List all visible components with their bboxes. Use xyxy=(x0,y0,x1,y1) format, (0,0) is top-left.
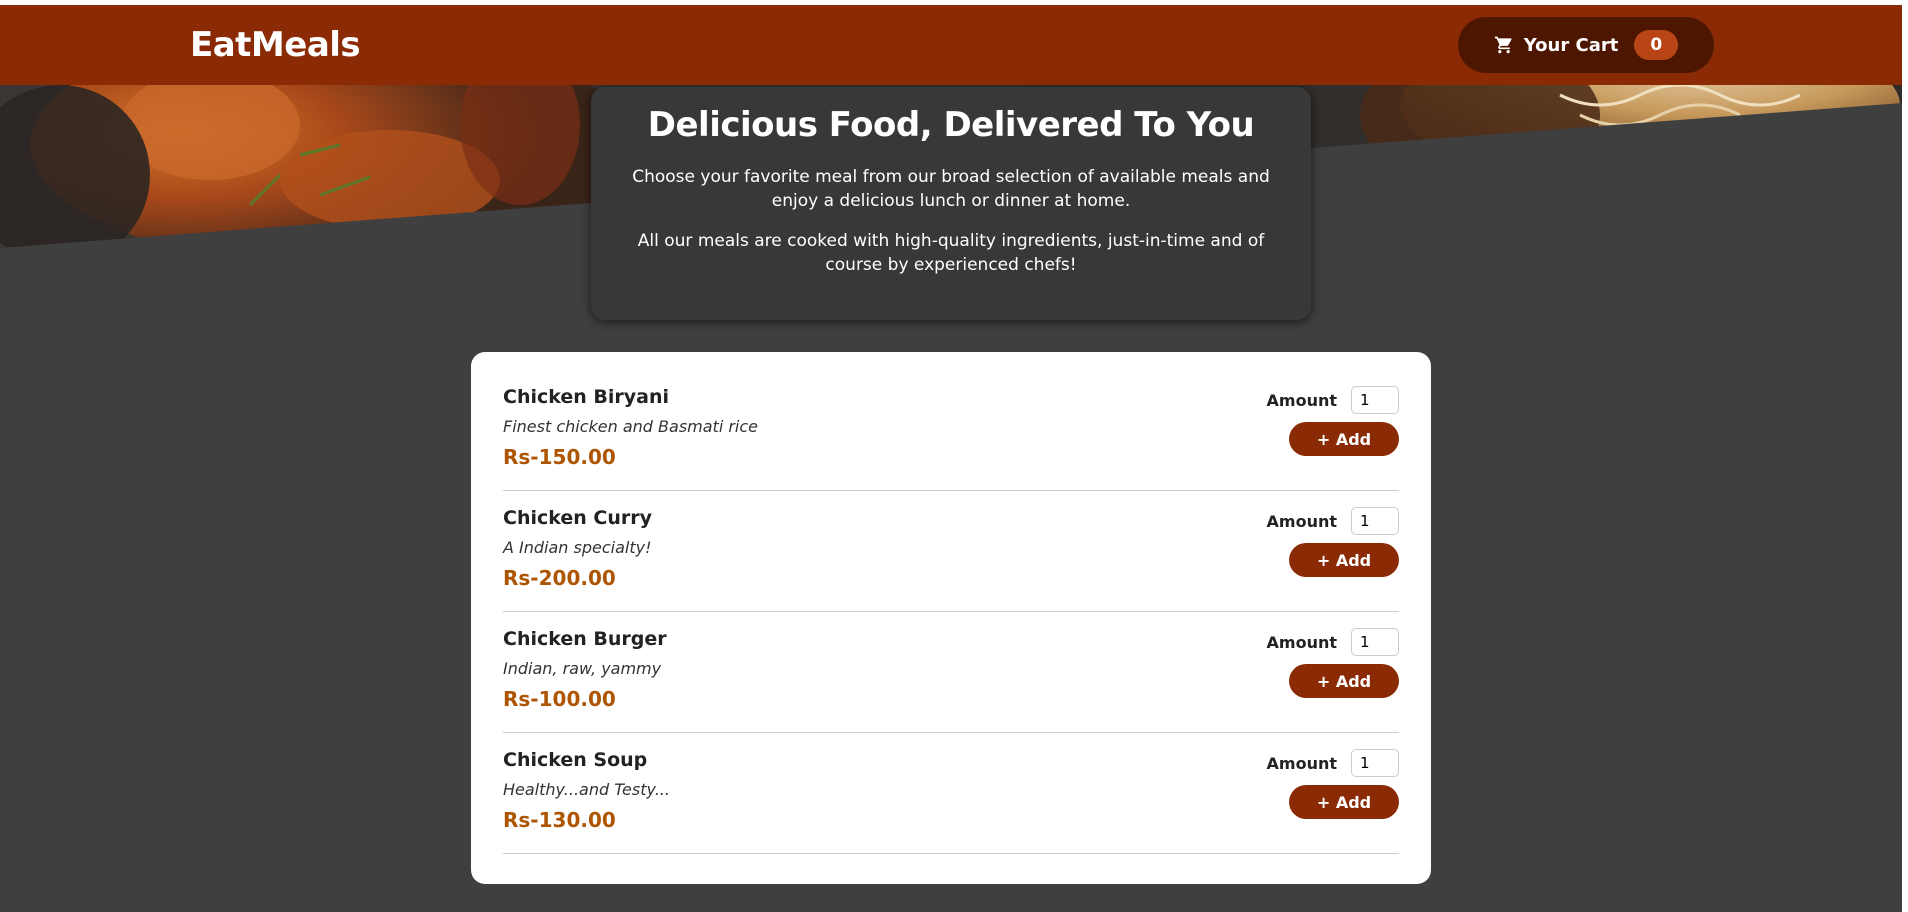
header: EatMeals Your Cart 0 xyxy=(0,5,1902,85)
summary-title: Delicious Food, Delivered To You xyxy=(647,105,1255,145)
summary-paragraph: Choose your favorite meal from our broad… xyxy=(632,167,1270,211)
meal-item: Chicken Burger Indian, raw, yammy Rs-100… xyxy=(503,612,1399,733)
amount-row: Amount xyxy=(1267,386,1399,414)
meal-price: Rs-150.00 xyxy=(503,445,616,469)
amount-label: Amount xyxy=(1266,390,1337,410)
summary-card: Delicious Food, Delivered To You Choose … xyxy=(591,87,1311,320)
amount-label: Amount xyxy=(1266,632,1337,652)
cart-icon xyxy=(1494,35,1514,55)
meal-form: Amount + Add xyxy=(1267,386,1399,490)
meal-name: Chicken Biryani xyxy=(503,386,670,408)
amount-input[interactable] xyxy=(1351,507,1399,535)
meal-description: Healthy...and Testy... xyxy=(503,780,670,799)
meal-name: Chicken Curry xyxy=(503,507,652,529)
meal-info: Chicken Biryani Finest chicken and Basma… xyxy=(503,386,758,490)
add-button[interactable]: + Add xyxy=(1289,664,1399,698)
amount-label: Amount xyxy=(1266,511,1337,531)
amount-row: Amount xyxy=(1267,507,1399,535)
add-button[interactable]: + Add xyxy=(1289,422,1399,456)
logo: EatMeals xyxy=(190,25,361,65)
meals-card: Chicken Biryani Finest chicken and Basma… xyxy=(471,352,1431,884)
amount-input[interactable] xyxy=(1351,386,1399,414)
cart-label: Your Cart xyxy=(1523,34,1619,56)
add-button[interactable]: + Add xyxy=(1289,785,1399,819)
meal-name: Chicken Soup xyxy=(503,749,648,771)
meal-form: Amount + Add xyxy=(1267,507,1399,611)
meal-description: A Indian specialty! xyxy=(503,538,652,557)
add-button[interactable]: + Add xyxy=(1289,543,1399,577)
amount-label: Amount xyxy=(1266,753,1337,773)
cart-button[interactable]: Your Cart 0 xyxy=(1458,17,1714,73)
meal-info: Chicken Soup Healthy...and Testy... Rs-1… xyxy=(503,749,670,853)
meal-price: Rs-200.00 xyxy=(503,566,616,590)
amount-input[interactable] xyxy=(1351,628,1399,656)
cart-count-badge: 0 xyxy=(1634,30,1679,60)
amount-row: Amount xyxy=(1267,749,1399,777)
meal-info: Chicken Curry A Indian specialty! Rs-200… xyxy=(503,507,652,611)
meal-list: Chicken Biryani Finest chicken and Basma… xyxy=(503,370,1399,854)
meal-item: Chicken Soup Healthy...and Testy... Rs-1… xyxy=(503,733,1399,854)
amount-input[interactable] xyxy=(1351,749,1399,777)
meal-description: Indian, raw, yammy xyxy=(503,659,662,678)
meal-form: Amount + Add xyxy=(1267,749,1399,853)
meal-item: Chicken Curry A Indian specialty! Rs-200… xyxy=(503,491,1399,612)
page-edge xyxy=(1902,0,1908,912)
summary-paragraph: All our meals are cooked with high-quali… xyxy=(637,231,1265,275)
meal-item: Chicken Biryani Finest chicken and Basma… xyxy=(503,370,1399,491)
meal-name: Chicken Burger xyxy=(503,628,667,650)
meal-price: Rs-100.00 xyxy=(503,687,616,711)
meal-description: Finest chicken and Basmati rice xyxy=(503,417,759,436)
meal-form: Amount + Add xyxy=(1267,628,1399,732)
amount-row: Amount xyxy=(1267,628,1399,656)
meal-info: Chicken Burger Indian, raw, yammy Rs-100… xyxy=(503,628,667,732)
meal-price: Rs-130.00 xyxy=(503,808,616,832)
